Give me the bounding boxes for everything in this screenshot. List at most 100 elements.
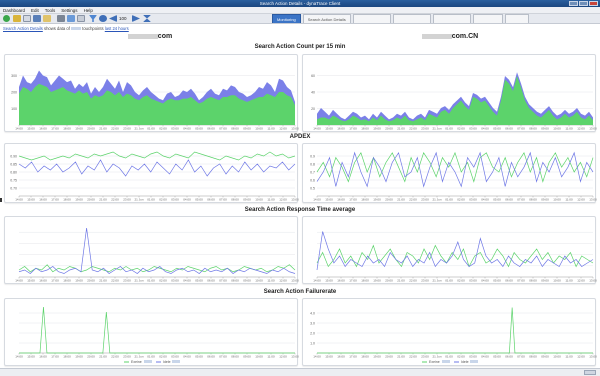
dashboard-link[interactable]: Search Action Details: [3, 26, 43, 31]
x-tick-label: 16:00: [337, 198, 345, 202]
chart-panel-failure-left: 14:00 15:00 16:00 17:00 18:00 19:00 20:00 21:00…: [4, 298, 299, 366]
x-tick-label: 09:00: [541, 127, 549, 131]
chart-response-left: 14:00 15:00 16:00 17:00 18:00 19:00 20:00 21:00…: [15, 227, 299, 283]
x-tick-label: 12:00: [279, 355, 287, 359]
legend-redacted: [144, 360, 152, 363]
minimize-button[interactable]: [569, 1, 578, 6]
x-tick-label: 13:00: [589, 198, 597, 202]
x-tick-label: 09:00: [541, 198, 549, 202]
x-tick-label: 12:00: [279, 198, 287, 202]
chart-count-right: 20 40 60 14:00 15:00 16:00 17:00 18:00 19:00 20:0…: [311, 72, 597, 131]
tab-5[interactable]: [432, 14, 471, 23]
y-tick-label: 0.6: [310, 179, 315, 183]
x-tick-label: 18:00: [361, 279, 369, 283]
y-tick-label: 200: [11, 91, 17, 95]
tab-3[interactable]: [352, 14, 391, 23]
x-tick-label: 11:00: [267, 355, 275, 359]
y-tick-label: 300: [11, 74, 17, 78]
side-panel-grip[interactable]: [0, 198, 2, 202]
back-arrow-icon[interactable]: [109, 15, 117, 22]
x-tick-label: 21 Jun: [134, 355, 143, 359]
x-tick-label: 23:00: [421, 355, 429, 359]
status-bar: [0, 368, 600, 376]
tab-6[interactable]: [472, 14, 503, 23]
x-tick-label: 19:00: [373, 198, 381, 202]
x-tick-label: 03:00: [469, 279, 477, 283]
report-icon[interactable]: [77, 15, 85, 22]
x-tick-label: 08:00: [529, 279, 537, 283]
x-tick-label: 12:00: [577, 279, 585, 283]
menu-edit[interactable]: Edit: [31, 7, 39, 13]
x-tick-label: 09:00: [243, 355, 251, 359]
x-tick-label: 18:00: [361, 127, 369, 131]
start-icon[interactable]: [3, 15, 10, 22]
x-tick-label: 18:00: [63, 198, 71, 202]
x-tick-label: 22:00: [409, 198, 417, 202]
x-tick-label: 08:00: [231, 279, 239, 283]
x-tick-label: 16:00: [337, 279, 345, 283]
menu-tools[interactable]: Tools: [45, 7, 56, 13]
x-tick-label: 04:00: [481, 198, 489, 202]
tab-4[interactable]: [392, 14, 431, 23]
x-tick-label: 11:00: [267, 198, 275, 202]
line-series-0: [19, 306, 295, 354]
x-tick-label: 15:00: [27, 127, 35, 131]
x-tick-label: 06:00: [505, 355, 513, 359]
x-tick-label: 23:00: [123, 198, 131, 202]
refresh-icon[interactable]: [99, 15, 107, 22]
fit-icon[interactable]: [143, 15, 151, 22]
menu-settings[interactable]: Settings: [61, 7, 77, 13]
x-tick-label: 13:00: [291, 198, 299, 202]
x-tick-label: 10:00: [255, 355, 263, 359]
x-tick-label: 21 Jun: [432, 127, 441, 131]
chart-icon[interactable]: [67, 15, 75, 22]
x-tick-label: 04:00: [481, 355, 489, 359]
x-tick-label: 21:00: [397, 198, 405, 202]
x-tick-label: 16:00: [39, 127, 47, 131]
x-tick-label: 22:00: [409, 279, 417, 283]
x-tick-label: 12:00: [279, 127, 287, 131]
x-tick-label: 07:00: [517, 355, 525, 359]
x-tick-label: 03:00: [171, 127, 179, 131]
x-tick-label: 02:00: [159, 279, 167, 283]
new-dashboard-icon[interactable]: [23, 15, 31, 22]
filter-icon[interactable]: [89, 15, 97, 22]
tab-monitoring[interactable]: Monitoring: [272, 14, 301, 23]
x-tick-label: 19:00: [373, 355, 381, 359]
x-tick-label: 10:00: [255, 127, 263, 131]
x-tick-label: 06:00: [207, 127, 215, 131]
x-tick-label: 17:00: [51, 279, 59, 283]
menu-help[interactable]: Help: [84, 7, 93, 13]
x-tick-label: 09:00: [243, 279, 251, 283]
x-tick-label: 23:00: [123, 279, 131, 283]
chart-panel-response-right: 14:00 15:00 16:00 17:00 18:00 19:00 20:00 21:00…: [302, 216, 597, 284]
zoom-value[interactable]: 100: [119, 16, 129, 21]
y-tick-label: 0.9: [310, 155, 315, 159]
y-tick-label: 0.5: [310, 187, 315, 191]
x-tick-label: 21 Jun: [432, 279, 441, 283]
chart-count-left: 100 200 300 14:00 15:00 16:00 17:00 18:00 19:00 2…: [11, 70, 299, 131]
section-title-apdex: APDEX: [289, 134, 311, 140]
close-button[interactable]: [589, 1, 598, 6]
tab-search-action-details[interactable]: Search Action Details: [302, 14, 351, 23]
y-tick-label: 3.0: [310, 322, 315, 326]
folder-icon[interactable]: [43, 15, 51, 22]
x-tick-label: 13:00: [589, 279, 597, 283]
maximize-button[interactable]: [579, 1, 588, 6]
section-title-count: Search Action Count per 15 min: [254, 44, 346, 50]
tab-7[interactable]: [504, 14, 529, 23]
chart-panel-response-left: 14:00 15:00 16:00 17:00 18:00 19:00 20:00 21:00…: [4, 216, 299, 284]
save-icon[interactable]: [33, 15, 41, 22]
y-tick-label: 0.70: [10, 187, 17, 191]
x-tick-label: 13:00: [589, 127, 597, 131]
x-tick-label: 06:00: [207, 279, 215, 283]
dashboard-tabs: Monitoring Search Action Details: [272, 14, 529, 23]
x-tick-label: 07:00: [219, 355, 227, 359]
timeframe-link[interactable]: last 24 hours: [105, 26, 129, 31]
open-folder-icon[interactable]: [13, 15, 21, 22]
x-tick-label: 11:00: [565, 355, 573, 359]
menu-dashboard[interactable]: Dashboard: [3, 7, 25, 13]
print-icon[interactable]: [57, 15, 65, 22]
x-tick-label: 22:00: [409, 355, 417, 359]
forward-arrow-icon[interactable]: [132, 15, 140, 22]
